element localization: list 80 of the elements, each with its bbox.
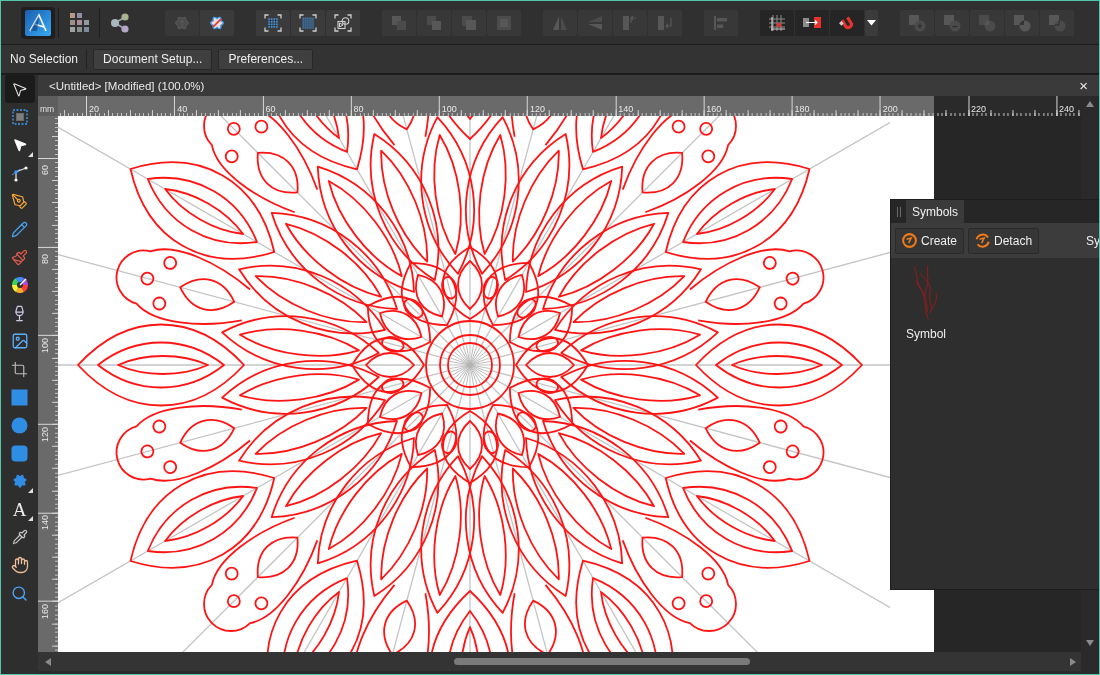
pen-nib-icon <box>11 192 28 210</box>
ruler-number: 100 <box>441 104 457 114</box>
broken-circle-icon <box>974 232 992 249</box>
ruler-number: 60 <box>41 165 50 175</box>
ruler-number: 160 <box>706 104 722 114</box>
shape-divide-icon <box>1047 12 1067 33</box>
dense-dot-grid-icon <box>298 12 318 33</box>
flower-icon <box>10 472 29 490</box>
shape-subtract-icon <box>942 12 962 33</box>
shapes-frame-icon <box>333 12 353 33</box>
circle-icon <box>11 416 28 434</box>
artboard-icon <box>9 107 30 127</box>
panel-tab[interactable]: Symbols <box>906 200 964 223</box>
scroll-up-arrow-icon[interactable] <box>1086 101 1094 107</box>
ruler-unit-label: mm <box>40 104 55 114</box>
grid-snap-button[interactable] <box>760 9 794 36</box>
ruler-number: 80 <box>353 104 364 114</box>
move-snap-button[interactable] <box>795 9 829 36</box>
ruler-number: 40 <box>177 104 188 114</box>
shapes-frame-button[interactable] <box>326 9 360 36</box>
crop-icon <box>11 360 28 378</box>
ruler-number: 160 <box>41 603 50 619</box>
flyout-triangle-icon <box>27 488 33 493</box>
shape-intersect-icon <box>977 12 997 33</box>
scroll-left-arrow-icon[interactable] <box>45 657 51 666</box>
designer-persona-button[interactable] <box>21 6 55 39</box>
paintbrush-icon <box>11 248 28 266</box>
ruler-number: 200 <box>882 104 898 114</box>
ruler-number: 120 <box>529 104 545 114</box>
shape-add-icon <box>907 12 927 33</box>
circle-swirl-icon <box>901 232 918 249</box>
scroll-down-arrow-icon[interactable] <box>1086 640 1094 646</box>
text-tool-button[interactable]: A <box>4 495 35 523</box>
arrow-pointer-icon <box>11 80 28 98</box>
context-button[interactable]: Preferences... <box>218 48 314 70</box>
app-logo-icon <box>25 9 51 36</box>
dense-dot-grid-button[interactable] <box>291 9 325 36</box>
grip-icon[interactable] <box>897 206 901 217</box>
shape-xor-icon <box>1012 12 1032 33</box>
ruler-number: 220 <box>970 104 986 114</box>
selection-status: No Selection <box>10 52 79 66</box>
symbol-name: Symbol <box>906 327 946 341</box>
document-title: <Untitled> [Modified] (100.0%) <box>49 79 205 92</box>
flyout-triangle-icon <box>27 516 33 521</box>
pixel-grid-icon <box>68 11 90 34</box>
magnet-button[interactable] <box>830 9 864 36</box>
ruler-number: 140 <box>618 104 634 114</box>
ruler-number: 240 <box>1059 104 1075 114</box>
scrollbar-thumb[interactable] <box>454 658 750 665</box>
snap-grid-icon <box>767 12 787 33</box>
ruler-number: 100 <box>41 338 50 354</box>
ruler-number: 80 <box>41 253 50 264</box>
filled-pointer-icon <box>11 137 28 153</box>
ruler-number: 180 <box>794 104 810 114</box>
dropdown-button[interactable] <box>865 9 878 36</box>
horizontal-scrollbar[interactable] <box>38 652 1081 671</box>
share-nodes-icon <box>109 11 131 34</box>
flower-slash-button[interactable] <box>200 9 234 36</box>
color-wheel-icon <box>9 275 30 295</box>
caret-down-icon <box>867 19 876 26</box>
ruler-number: 140 <box>41 515 50 531</box>
scroll-right-arrow-icon[interactable] <box>1070 657 1076 666</box>
ruler-number: 60 <box>265 104 276 114</box>
ruler-number: 20 <box>89 104 99 114</box>
ruler-number: 120 <box>41 426 50 442</box>
hand-icon <box>10 556 29 574</box>
move-tool-button[interactable] <box>4 75 35 103</box>
square-icon <box>11 388 28 406</box>
image-icon <box>10 332 29 350</box>
rounded-square-icon <box>11 444 28 462</box>
create-button[interactable]: Create <box>895 227 965 254</box>
flyout-triangle-icon <box>27 152 33 157</box>
dot-grid-button[interactable] <box>256 9 290 36</box>
magnifier-icon <box>11 584 28 602</box>
detach-button[interactable]: Detach <box>968 227 1040 254</box>
dot-grid-icon <box>263 12 283 33</box>
eyedropper-icon <box>11 529 28 545</box>
context-button[interactable]: Document Setup... <box>93 48 213 70</box>
pencil-icon <box>11 220 28 238</box>
close-button[interactable]: × <box>1076 78 1091 93</box>
